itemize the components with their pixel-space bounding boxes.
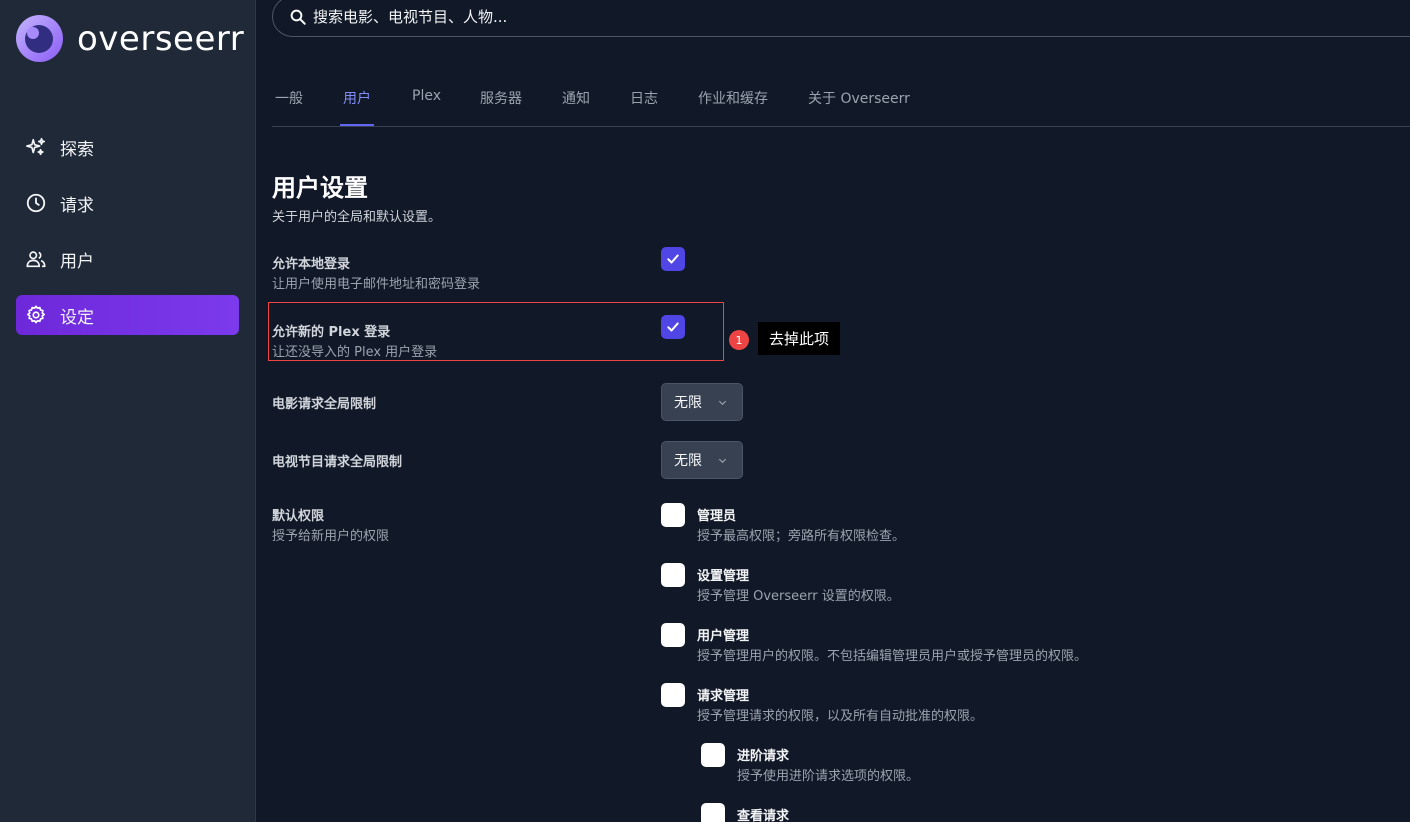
perm-manage-requests-checkbox[interactable] <box>661 683 685 707</box>
search-bar[interactable] <box>272 0 1410 37</box>
tv-limit-select[interactable]: 无限 <box>661 441 743 479</box>
perm-manage-settings-title: 设置管理 <box>697 569 750 584</box>
chevron-down-icon <box>718 458 727 464</box>
perm-admin-desc: 授予最高权限；旁路所有权限检查。 <box>697 529 906 544</box>
page-description: 关于用户的全局和默认设置。 <box>272 210 442 225</box>
tab-general[interactable]: 一般 <box>275 88 303 126</box>
perm-manage-requests-title: 请求管理 <box>697 689 750 704</box>
users-icon <box>24 247 48 271</box>
perm-advanced-requests-checkbox[interactable] <box>701 743 725 767</box>
plex-login-desc: 让还没导入的 Plex 用户登录 <box>272 345 438 360</box>
tab-notifications[interactable]: 通知 <box>562 88 590 126</box>
annotation-tooltip: 去掉此项 <box>758 322 840 355</box>
default-perms-desc: 授予给新用户的权限 <box>272 529 390 544</box>
perm-advanced-requests-desc: 授予使用进阶请求选项的权限。 <box>737 769 920 784</box>
search-icon <box>289 8 307 26</box>
page-title: 用户设置 <box>272 174 368 202</box>
movie-limit-label: 电影请求全局限制 <box>272 397 377 412</box>
perm-manage-requests-desc: 授予管理请求的权限，以及所有自动批准的权限。 <box>697 709 984 724</box>
settings-tabs: 一般 用户 Plex 服务器 通知 日志 作业和缓存 关于 Overseerr <box>272 88 1410 127</box>
sparkles-icon <box>24 135 48 159</box>
movie-limit-value: 无限 <box>674 395 702 411</box>
tv-limit-value: 无限 <box>674 453 702 469</box>
clock-icon <box>24 191 48 215</box>
tab-logs[interactable]: 日志 <box>630 88 658 126</box>
check-icon <box>667 254 679 264</box>
default-perms-label: 默认权限 <box>272 509 325 524</box>
check-icon <box>667 322 679 332</box>
sidebar-item-requests[interactable]: 请求 <box>16 183 239 223</box>
gear-icon <box>24 303 48 327</box>
perm-view-requests-checkbox[interactable] <box>701 803 725 822</box>
logo[interactable]: overseerr <box>16 15 244 62</box>
perm-admin-checkbox[interactable] <box>661 503 685 527</box>
sidebar-item-label: 请求 <box>60 195 94 216</box>
movie-limit-select[interactable]: 无限 <box>661 383 743 421</box>
local-login-desc: 让用户使用电子邮件地址和密码登录 <box>272 277 481 292</box>
sidebar-item-discover[interactable]: 探索 <box>16 127 239 167</box>
sidebar-item-settings[interactable]: 设定 <box>16 295 239 335</box>
search-input[interactable] <box>313 7 1213 26</box>
perm-manage-users-title: 用户管理 <box>697 629 750 644</box>
plex-login-checkbox[interactable] <box>661 315 685 339</box>
logo-text: overseerr <box>77 18 245 59</box>
logo-icon <box>16 15 63 62</box>
sidebar-item-label: 探索 <box>60 139 94 160</box>
sidebar-item-users[interactable]: 用户 <box>16 239 239 279</box>
sidebar-item-label: 用户 <box>60 251 94 272</box>
local-login-checkbox[interactable] <box>661 247 685 271</box>
tab-users[interactable]: 用户 <box>340 88 374 126</box>
local-login-label: 允许本地登录 <box>272 257 351 272</box>
tv-limit-label: 电视节目请求全局限制 <box>272 455 403 470</box>
sidebar-item-label: 设定 <box>60 307 94 328</box>
perm-admin-title: 管理员 <box>697 509 737 524</box>
annotation-badge: 1 <box>729 330 749 350</box>
perm-manage-users-desc: 授予管理用户的权限。不包括编辑管理员用户或授予管理员的权限。 <box>697 649 1088 664</box>
perm-manage-settings-checkbox[interactable] <box>661 563 685 587</box>
plex-login-label: 允许新的 Plex 登录 <box>272 325 391 340</box>
tab-jobs-cache[interactable]: 作业和缓存 <box>698 88 768 126</box>
perm-manage-settings-desc: 授予管理 Overseerr 设置的权限。 <box>697 589 900 604</box>
tab-about[interactable]: 关于 Overseerr <box>808 88 910 126</box>
chevron-down-icon <box>718 400 727 406</box>
perm-advanced-requests-title: 进阶请求 <box>737 749 790 764</box>
tab-plex[interactable]: Plex <box>412 88 441 126</box>
perm-view-requests-title: 查看请求 <box>737 809 790 822</box>
sidebar: overseerr 探索 请求 用户 设定 <box>0 0 256 822</box>
perm-manage-users-checkbox[interactable] <box>661 623 685 647</box>
tab-services[interactable]: 服务器 <box>480 88 522 126</box>
